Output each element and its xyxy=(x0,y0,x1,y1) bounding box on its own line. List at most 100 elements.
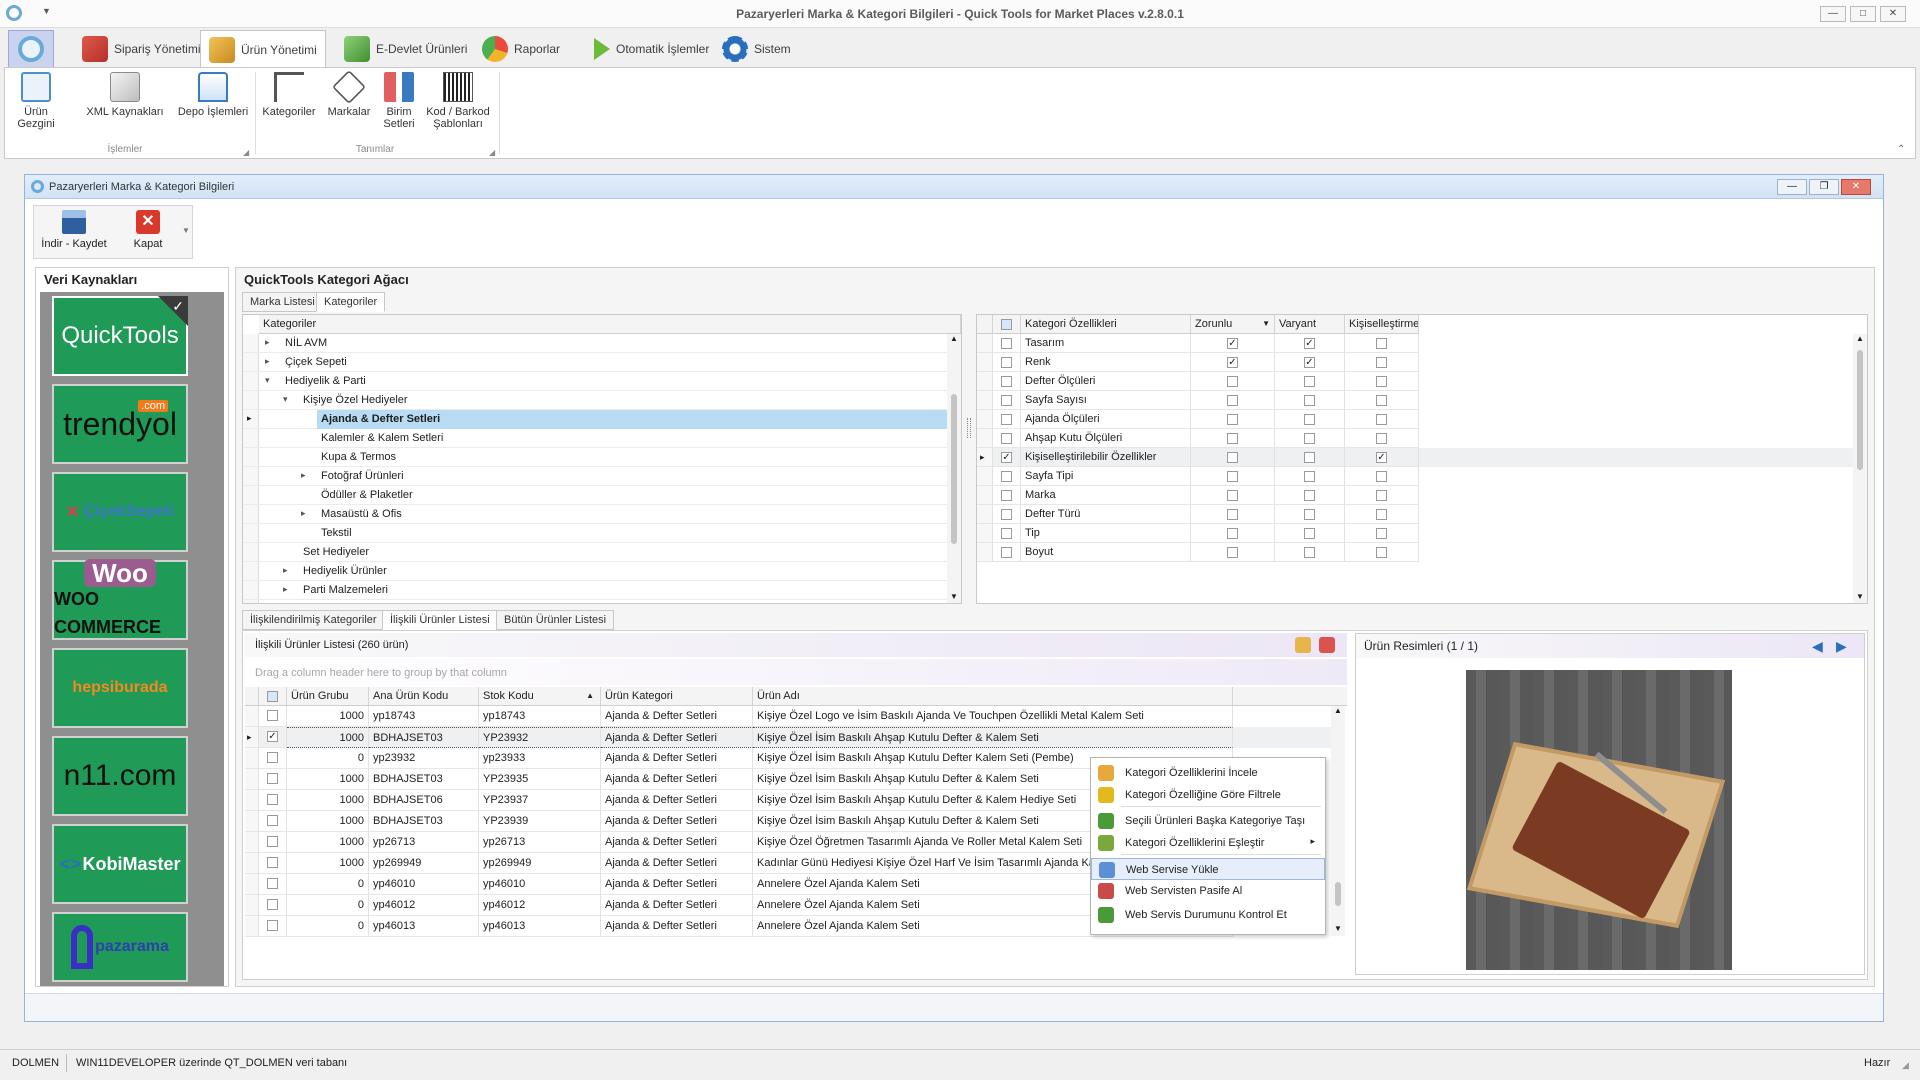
tree-node[interactable]: Kupa & Termos xyxy=(243,448,947,467)
zorunlu-cell[interactable] xyxy=(1191,486,1275,505)
child-minimize-button[interactable]: — xyxy=(1777,179,1807,195)
zorunlu-cell[interactable] xyxy=(1191,505,1275,524)
tree-node[interactable]: Tekstil xyxy=(243,524,947,543)
kisisellestirme-checkbox[interactable]: ✓ xyxy=(1376,451,1387,463)
kategoriler-button[interactable]: Kategoriler xyxy=(259,72,319,118)
property-row[interactable]: ▸ ✓ Kişiselleştirilebilir Özellikler ✓ xyxy=(977,448,1853,467)
tab-kategoriler[interactable]: Kategoriler xyxy=(316,292,386,312)
context-menu-item[interactable]: Web Servisten Pasife Al xyxy=(1091,880,1325,902)
close-window-button[interactable]: ✕ xyxy=(1880,6,1906,22)
filter-dropdown-icon[interactable]: ▼ xyxy=(1262,319,1270,328)
tab-raporlar[interactable]: Raporlar xyxy=(474,30,568,68)
context-menu-item[interactable]: Seçili Ürünleri Başka Kategoriye Taşı xyxy=(1091,810,1325,832)
product-row[interactable]: 1000 yp18743 yp18743 Ajanda & Defter Setler… xyxy=(245,706,1331,727)
xml-kaynaklari-button[interactable]: XML Kaynakları xyxy=(85,72,165,118)
product-select-cell[interactable] xyxy=(259,748,287,769)
row-select-cell[interactable] xyxy=(993,334,1021,353)
zorunlu-cell[interactable] xyxy=(1191,467,1275,486)
varyant-cell[interactable] xyxy=(1275,448,1345,467)
row-checkbox[interactable] xyxy=(1001,413,1012,425)
scroll-thumb[interactable] xyxy=(1335,882,1341,906)
property-row[interactable]: Tip xyxy=(977,524,1853,543)
kisisellestirme-checkbox[interactable] xyxy=(1376,546,1387,558)
property-row[interactable]: Renk ✓ ✓ xyxy=(977,353,1853,372)
row-checkbox[interactable] xyxy=(1001,394,1012,406)
kisisellestirme-checkbox[interactable] xyxy=(1376,470,1387,482)
row-select-cell[interactable] xyxy=(993,391,1021,410)
tab-edevlet[interactable]: E-Devlet Ürünleri xyxy=(336,30,475,68)
tree-node[interactable]: ▾ Kişiye Özel Hediyeler xyxy=(243,391,947,410)
product-select-cell[interactable] xyxy=(259,874,287,895)
product-checkbox[interactable] xyxy=(267,919,278,931)
group-panel[interactable]: Drag a column header here to group by th… xyxy=(245,659,1347,685)
zorunlu-cell[interactable] xyxy=(1191,429,1275,448)
expand-toggle-icon[interactable]: ▾ xyxy=(283,394,288,405)
download-save-button[interactable]: İndir - Kaydet xyxy=(38,208,110,256)
zorunlu-checkbox[interactable] xyxy=(1227,394,1238,406)
row-select-cell[interactable] xyxy=(993,467,1021,486)
row-checkbox[interactable] xyxy=(1001,432,1012,444)
zorunlu-cell[interactable] xyxy=(1191,372,1275,391)
tree-node[interactable]: Kalemler & Kalem Setleri xyxy=(243,429,947,448)
minimize-button[interactable]: — xyxy=(1820,6,1846,22)
varyant-cell[interactable] xyxy=(1275,486,1345,505)
product-checkbox[interactable] xyxy=(267,877,278,889)
tree-node[interactable]: Set Hediyeler xyxy=(243,543,947,562)
product-checkbox[interactable] xyxy=(267,835,278,847)
tree-node[interactable]: ▸ NİL AVM xyxy=(243,334,947,353)
props-scrollbar[interactable]: ▲ ▼ xyxy=(1853,334,1867,603)
props-col-varyant[interactable]: Varyant xyxy=(1275,315,1345,334)
varyant-checkbox[interactable] xyxy=(1304,375,1315,387)
tree-node[interactable]: ▸ Ajanda & Defter Setleri xyxy=(243,410,947,429)
col-urun-grubu[interactable]: Ürün Grubu xyxy=(287,687,369,706)
zorunlu-checkbox[interactable] xyxy=(1227,413,1238,425)
product-select-cell[interactable] xyxy=(259,832,287,853)
source-woocommerce[interactable]: Woo WOO COMMERCE xyxy=(52,559,188,640)
row-checkbox[interactable] xyxy=(1001,356,1012,368)
kisisellestirme-cell[interactable] xyxy=(1345,543,1419,562)
varyant-checkbox[interactable]: ✓ xyxy=(1304,337,1315,349)
tanimlar-launcher-icon[interactable]: ◢ xyxy=(489,148,495,157)
product-checkbox[interactable] xyxy=(267,751,278,763)
col-urun-kategori[interactable]: Ürün Kategori xyxy=(601,687,753,706)
property-row[interactable]: Defter Türü xyxy=(977,505,1853,524)
property-row[interactable]: Ajanda Ölçüleri xyxy=(977,410,1853,429)
varyant-checkbox[interactable] xyxy=(1304,432,1315,444)
product-checkbox[interactable] xyxy=(267,814,278,826)
zorunlu-checkbox[interactable] xyxy=(1227,432,1238,444)
zorunlu-checkbox[interactable]: ✓ xyxy=(1227,356,1238,368)
source-n11[interactable]: n11.com xyxy=(52,736,188,816)
varyant-checkbox[interactable] xyxy=(1304,394,1315,406)
row-checkbox[interactable] xyxy=(1001,546,1012,558)
splitter-handle[interactable] xyxy=(967,418,971,438)
row-checkbox[interactable]: ✓ xyxy=(1001,451,1012,463)
property-row[interactable]: Marka xyxy=(977,486,1853,505)
next-image-icon[interactable]: ▶ xyxy=(1836,638,1847,655)
kisisellestirme-cell[interactable] xyxy=(1345,505,1419,524)
product-select-cell[interactable] xyxy=(259,895,287,916)
zorunlu-checkbox[interactable] xyxy=(1227,489,1238,501)
varyant-cell[interactable]: ✓ xyxy=(1275,334,1345,353)
zorunlu-checkbox[interactable] xyxy=(1227,527,1238,539)
row-select-cell[interactable] xyxy=(993,505,1021,524)
zorunlu-checkbox[interactable] xyxy=(1227,451,1238,463)
context-menu-item[interactable]: Kategori Özelliklerini İncele xyxy=(1091,762,1325,784)
row-checkbox[interactable] xyxy=(1001,337,1012,349)
zorunlu-cell[interactable]: ✓ xyxy=(1191,334,1275,353)
property-row[interactable]: Sayfa Tipi xyxy=(977,467,1853,486)
source-quicktools[interactable]: QuickTools ✓ xyxy=(52,296,188,376)
col-urun-adi[interactable]: Ürün Adı xyxy=(753,687,1233,706)
tab-marka-listesi[interactable]: Marka Listesi xyxy=(242,292,323,312)
property-row[interactable]: Sayfa Sayısı xyxy=(977,391,1853,410)
zorunlu-checkbox[interactable]: ✓ xyxy=(1227,337,1238,349)
tab-sistem[interactable]: Sistem xyxy=(714,30,799,68)
zorunlu-cell[interactable] xyxy=(1191,524,1275,543)
tree-node[interactable]: ▸ Fotoğraf Ürünleri xyxy=(243,467,947,486)
birim-setleri-button[interactable]: Birim Setleri xyxy=(379,72,419,130)
props-col-name[interactable]: Kategori Özellikleri xyxy=(1021,315,1191,334)
tree-node[interactable]: ▸ Parti Malzemeleri xyxy=(243,581,947,600)
scroll-down-icon[interactable]: ▼ xyxy=(1334,924,1342,933)
varyant-checkbox[interactable]: ✓ xyxy=(1304,356,1315,368)
varyant-cell[interactable] xyxy=(1275,505,1345,524)
row-select-cell[interactable] xyxy=(993,524,1021,543)
